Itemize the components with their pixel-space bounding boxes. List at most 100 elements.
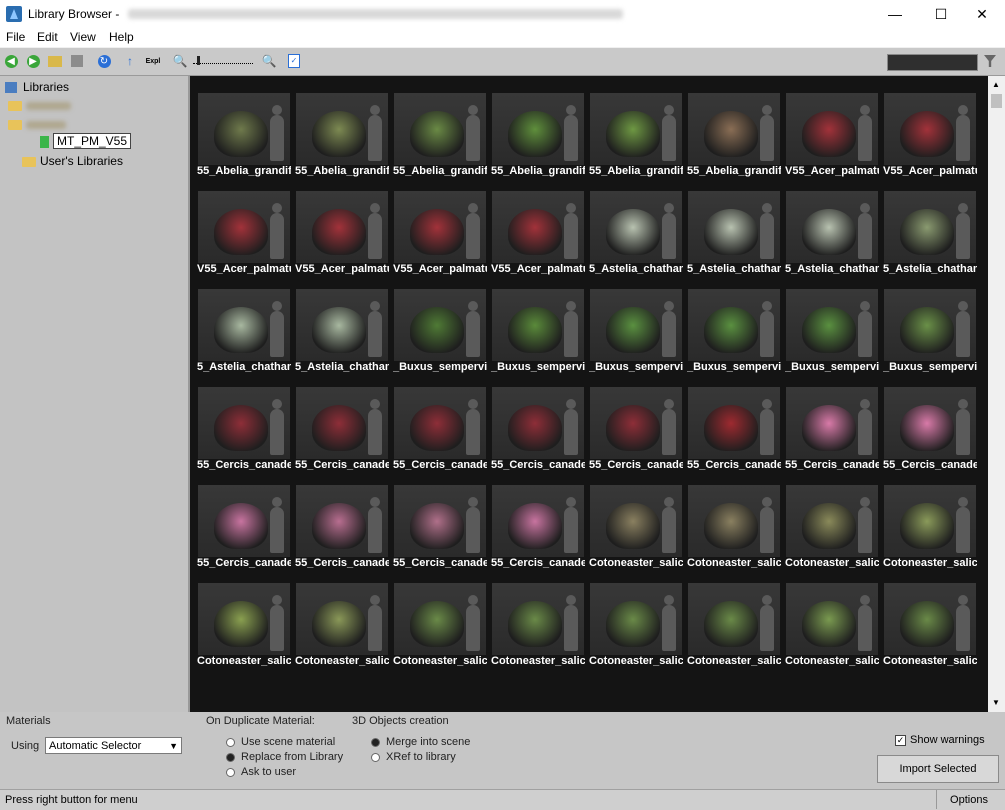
import-selected-button[interactable]: Import Selected <box>877 755 999 783</box>
thumbnail-label: V55_Acer_palmatum <box>295 263 389 275</box>
explorer-button[interactable]: Expl <box>143 53 163 69</box>
thumbnail-tile[interactable]: Cotoneaster_salicifolius <box>687 583 781 678</box>
tree-root-libraries[interactable]: Libraries <box>5 80 69 94</box>
tree-item-blurred-1[interactable] <box>8 98 71 112</box>
scroll-up-icon[interactable]: ▲ <box>992 80 1000 89</box>
menu-help[interactable]: Help <box>109 30 134 44</box>
thumbnail-tile[interactable]: Cotoneaster_salicifolius <box>883 583 977 678</box>
zoom-slider-handle[interactable] <box>197 56 200 65</box>
thumbnail-tile[interactable]: V55_Acer_palmatum <box>197 191 291 286</box>
forward-button[interactable]: ▶ <box>25 53 41 69</box>
thumbnail-tile[interactable]: Cotoneaster_salicifolius <box>589 485 683 580</box>
open-folder-button[interactable] <box>47 53 63 69</box>
thumbnail-tile[interactable]: 55_Cercis_canadensis <box>491 387 585 482</box>
thumbnail-tile[interactable]: 55_Cercis_canadensis <box>687 387 781 482</box>
material-selector-dropdown[interactable]: Automatic Selector ▼ <box>45 737 182 754</box>
thumbnail-tile[interactable]: 55_Abelia_grandiflora <box>687 93 781 188</box>
show-warnings-checkbox[interactable]: ✓ Show warnings <box>895 734 985 746</box>
tree-item-user-libraries[interactable]: User's Libraries <box>22 154 123 168</box>
thumbnail-tile[interactable]: 55_Cercis_canadensis <box>589 387 683 482</box>
radio-ask-to-user[interactable]: Ask to user <box>226 766 296 778</box>
radio-label: Replace from Library <box>241 751 344 763</box>
thumbnail-tile[interactable]: Cotoneaster_salicifolius <box>589 583 683 678</box>
zoom-slider[interactable] <box>193 56 253 65</box>
thumbnail-tile[interactable]: 55_Cercis_canadensis <box>785 387 879 482</box>
thumbnail-tile[interactable]: 5_Astelia_chathamica <box>687 191 781 286</box>
thumbnail-tile[interactable]: Cotoneaster_salicifolius <box>393 583 487 678</box>
thumbnail-tile[interactable]: _Buxus_sempervirens <box>589 289 683 384</box>
checklist-button[interactable]: ✓ <box>286 53 302 69</box>
thumbnail-tile[interactable]: 55_Cercis_canadensis <box>883 387 977 482</box>
filter-button[interactable] <box>982 53 998 69</box>
up-level-button[interactable]: ↑ <box>122 53 138 69</box>
options-panel: Materials Using Automatic Selector ▼ On D… <box>0 712 1005 789</box>
human-scale-silhouette <box>956 399 970 455</box>
thumbnail-tile[interactable]: 55_Cercis_canadensis <box>295 485 389 580</box>
thumbnail-tile[interactable]: _Buxus_sempervirens <box>785 289 879 384</box>
thumbnail-tile[interactable]: 55_Cercis_canadensis <box>393 387 487 482</box>
thumbnail-tile[interactable]: 5_Astelia_chathamica <box>295 289 389 384</box>
save-button[interactable] <box>69 53 85 69</box>
back-button[interactable]: ◀ <box>3 53 19 69</box>
thumbnail-tile[interactable]: _Buxus_sempervirens <box>687 289 781 384</box>
tree-item-blurred-2[interactable] <box>8 117 66 131</box>
using-label: Using <box>11 740 40 752</box>
thumbnail-tile[interactable]: V55_Acer_palmatum <box>393 191 487 286</box>
disk-icon <box>71 55 83 67</box>
close-button[interactable]: ✕ <box>959 0 1005 28</box>
human-scale-silhouette <box>662 301 676 357</box>
radio-merge-into-scene[interactable]: Merge into scene <box>371 736 470 748</box>
thumbnail-label: 55_Cercis_canadensis <box>687 459 781 471</box>
radio-use-scene-material[interactable]: Use scene material <box>226 736 335 748</box>
maximize-button[interactable]: ☐ <box>918 0 964 28</box>
thumbnail-label: 5_Astelia_chathamica <box>785 263 879 275</box>
refresh-button[interactable]: ↻ <box>96 53 112 69</box>
zoom-in-button[interactable]: 🔍 <box>261 53 277 69</box>
thumbnail-tile[interactable]: 55_Abelia_grandiflora <box>589 93 683 188</box>
thumbnail-tile[interactable]: Cotoneaster_salicifolius <box>785 485 879 580</box>
thumbnail-tile[interactable]: Cotoneaster_salicifolius <box>687 485 781 580</box>
plant-thumbnail <box>590 583 682 655</box>
menu-view[interactable]: View <box>70 30 96 44</box>
minimize-button[interactable]: — <box>872 0 918 28</box>
zoom-out-button[interactable]: 🔍 <box>172 53 188 69</box>
thumbnail-tile[interactable]: _Buxus_sempervirens <box>491 289 585 384</box>
thumbnail-tile[interactable]: 5_Astelia_chathamica <box>589 191 683 286</box>
thumbnail-tile[interactable]: 55_Cercis_canadensis <box>491 485 585 580</box>
thumbnail-tile[interactable]: 5_Astelia_chathamica <box>883 191 977 286</box>
radio-replace-from-library[interactable]: Replace from Library <box>226 751 343 763</box>
thumbnail-tile[interactable]: Cotoneaster_salicifolius <box>295 583 389 678</box>
thumbnail-tile[interactable]: Cotoneaster_salicifolius <box>197 583 291 678</box>
tree-item-mt-pm-v55[interactable]: MT_PM_V55 <box>40 133 132 149</box>
funnel-icon <box>984 55 996 67</box>
scroll-down-icon[interactable]: ▼ <box>992 698 1000 707</box>
options-button[interactable]: Options <box>936 790 1001 809</box>
thumbnail-tile[interactable]: Cotoneaster_salicifolius <box>785 583 879 678</box>
radio-xref-to-library[interactable]: XRef to library <box>371 751 456 763</box>
thumbnail-tile[interactable]: 55_Cercis_canadensis <box>197 485 291 580</box>
thumbnail-tile[interactable]: 55_Abelia_grandiflora <box>393 93 487 188</box>
thumbnail-tile[interactable]: 5_Astelia_chathamica <box>785 191 879 286</box>
search-input[interactable] <box>887 54 978 71</box>
vertical-scrollbar[interactable]: ▲ ▼ <box>988 76 1005 712</box>
thumbnail-tile[interactable]: 55_Cercis_canadensis <box>197 387 291 482</box>
thumbnail-tile[interactable]: 55_Cercis_canadensis <box>393 485 487 580</box>
thumbnail-tile[interactable]: 55_Cercis_canadensis <box>295 387 389 482</box>
thumbnail-tile[interactable]: Cotoneaster_salicifolius <box>491 583 585 678</box>
thumbnail-tile[interactable]: V55_Acer_palmatum <box>491 191 585 286</box>
scroll-thumb[interactable] <box>991 94 1002 108</box>
thumbnail-tile[interactable]: V55_Acer_palmatum <box>883 93 977 188</box>
thumbnail-tile[interactable]: 5_Astelia_chathamica <box>197 289 291 384</box>
thumbnail-tile[interactable]: 55_Abelia_grandiflora <box>197 93 291 188</box>
thumbnail-tile[interactable]: _Buxus_sempervirens <box>883 289 977 384</box>
thumbnail-label: V55_Acer_palmatum <box>491 263 585 275</box>
thumbnail-tile[interactable]: V55_Acer_palmatum <box>295 191 389 286</box>
thumbnail-tile[interactable]: _Buxus_sempervirens <box>393 289 487 384</box>
thumbnail-tile[interactable]: 55_Abelia_grandiflora <box>491 93 585 188</box>
thumbnail-tile[interactable]: 55_Abelia_grandiflora <box>295 93 389 188</box>
thumbnail-tile[interactable]: V55_Acer_palmatum <box>785 93 879 188</box>
menu-file[interactable]: File <box>6 30 25 44</box>
menu-edit[interactable]: Edit <box>37 30 58 44</box>
plant-thumbnail <box>786 289 878 361</box>
thumbnail-tile[interactable]: Cotoneaster_salicifolius <box>883 485 977 580</box>
